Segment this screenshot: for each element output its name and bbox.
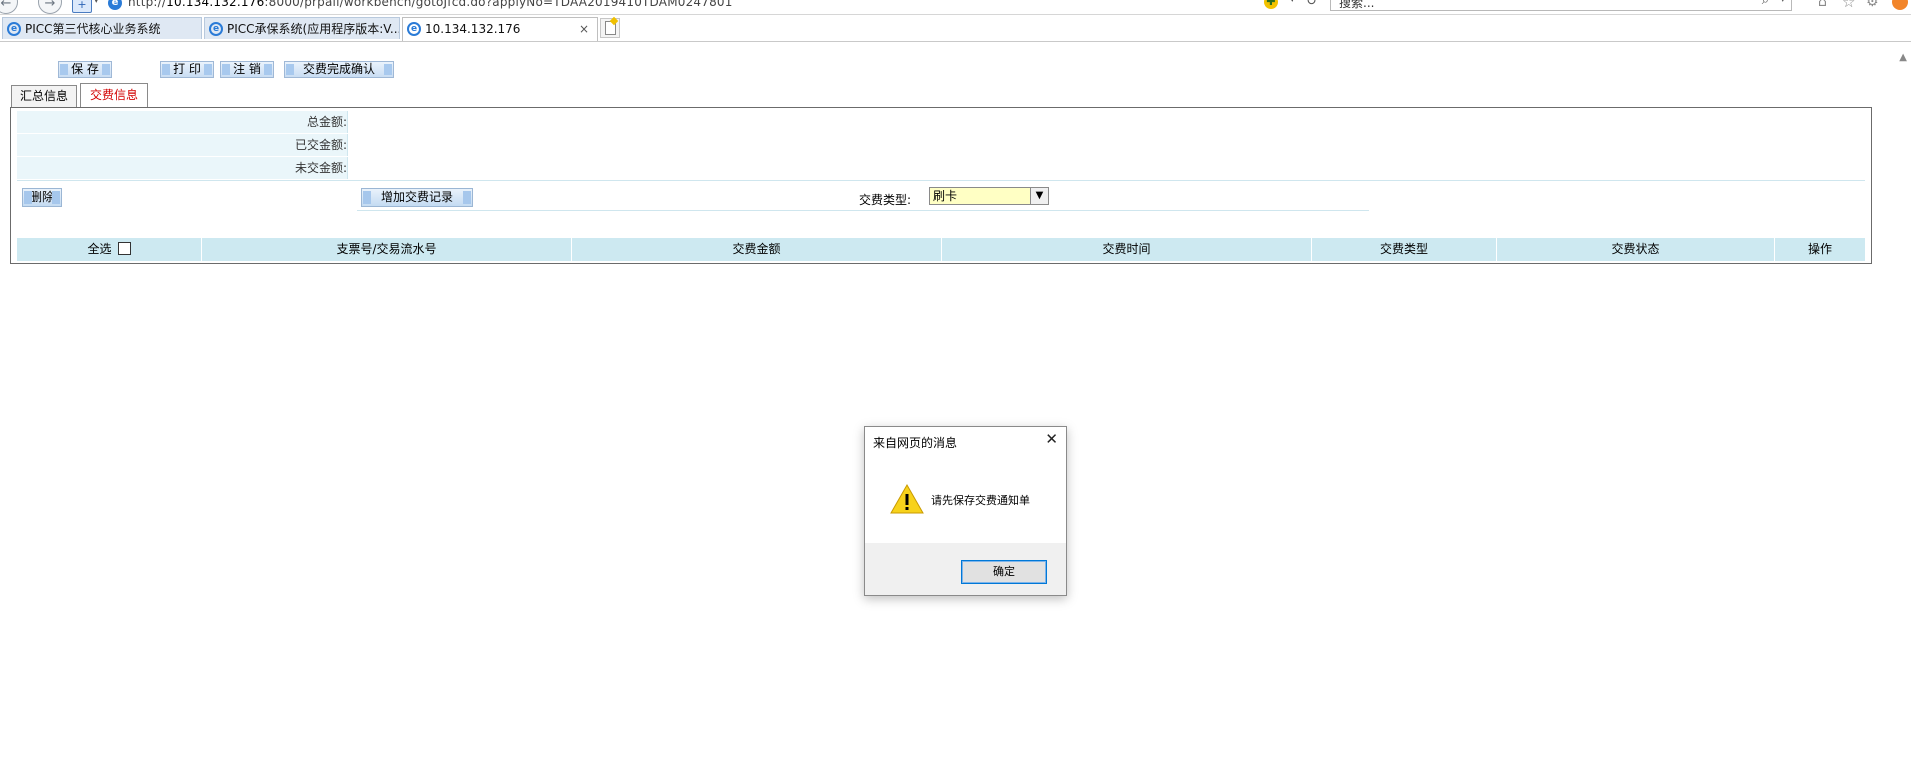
browser-tab-active[interactable]: e 10.134.132.176 × <box>402 17 598 41</box>
tab-summary[interactable]: 汇总信息 <box>11 85 77 107</box>
browser-tab-label: PICC第三代核心业务系统 <box>25 22 161 36</box>
select-all-label: 全选 <box>87 242 112 256</box>
column-header-cheque-no: 支票号/交易流水号 <box>202 238 572 261</box>
column-header-pay-type: 交费类型 <box>1312 238 1497 261</box>
search-dropdown-icon[interactable]: ▾ <box>1780 0 1785 5</box>
total-amount-value <box>347 111 1866 133</box>
gear-icon[interactable]: ⚙ <box>1866 0 1879 10</box>
total-amount-label-cell: 总金额: <box>17 111 347 133</box>
column-header-amount: 交费金额 <box>572 238 942 261</box>
warning-icon <box>890 483 924 514</box>
total-amount-row: 总金额: <box>17 111 1866 135</box>
favorites-star-icon[interactable]: ☆ <box>1842 0 1855 11</box>
total-amount-label: 总金额: <box>306 115 347 129</box>
close-tab-icon[interactable]: × <box>579 18 589 40</box>
select-all-checkbox[interactable] <box>117 242 131 255</box>
column-header-operation: 操作 <box>1807 242 1832 256</box>
forward-icon[interactable]: → <box>38 0 62 14</box>
home-icon[interactable]: ⌂ <box>1818 0 1827 10</box>
alert-dialog: 来自网页的消息 ✕ 请先保存交费通知单 确定 <box>864 426 1067 596</box>
feedback-smiley-icon[interactable] <box>1892 0 1908 10</box>
compatibility-icon[interactable]: ✚ <box>1264 0 1278 9</box>
dialog-title: 来自网页的消息 <box>873 436 958 450</box>
search-icon[interactable]: ⌕ <box>1762 0 1769 8</box>
url-prefix: http:// <box>128 0 167 9</box>
url-path: :8000/prpall/workbench/gotoJfcd.do?apply… <box>264 0 733 9</box>
paid-amount-value <box>347 134 1866 156</box>
address-bar-row: ← → + ▾ e http://10.134.132.176:8000/prp… <box>0 0 1911 15</box>
new-window-icon[interactable]: + <box>72 0 92 13</box>
ie-tab-icon: e <box>407 22 421 36</box>
address-dropdown-icon[interactable]: ▾ <box>1290 0 1295 5</box>
divider <box>357 210 1369 211</box>
browser-tab-core-system[interactable]: e PICC第三代核心业务系统 <box>2 17 202 39</box>
search-placeholder: 搜索... <box>1339 0 1375 10</box>
payment-grid-header: 全选 支票号/交易流水号 交费金额 交费时间 交费类型 交费状态 操作 <box>17 238 1865 261</box>
dialog-message: 请先保存交费通知单 <box>931 494 1030 507</box>
refresh-icon[interactable]: ↻ <box>1306 0 1317 9</box>
search-input[interactable]: 搜索... ⌕ ▾ <box>1330 0 1792 11</box>
ie-favicon-icon: e <box>108 0 122 10</box>
paid-amount-label: 已交金额: <box>294 138 347 152</box>
browser-tab-label: 10.134.132.176 <box>425 22 521 36</box>
browser-tab-underwriting[interactable]: e PICC承保系统(应用程序版本:V... <box>204 17 400 39</box>
logout-button[interactable]: 注 销 <box>220 61 274 78</box>
pay-type-label: 交费类型: <box>859 193 912 207</box>
new-tab-button[interactable] <box>600 16 620 38</box>
scroll-up-arrow[interactable]: ▲ <box>1899 52 1907 63</box>
column-header-status: 交费状态 <box>1497 238 1775 261</box>
address-input[interactable]: http://10.134.132.176:8000/prpall/workbe… <box>128 0 733 9</box>
unpaid-amount-value <box>347 157 1866 179</box>
delete-button[interactable]: 删除 <box>22 188 62 207</box>
add-payment-record-button[interactable]: 增加交费记录 <box>361 188 473 207</box>
chevron-down-icon[interactable]: ▾ <box>94 0 99 6</box>
unpaid-amount-label: 未交金额: <box>294 161 347 175</box>
tab-payment[interactable]: 交费信息 <box>80 83 148 107</box>
save-button[interactable]: 保 存 <box>58 61 112 78</box>
browser-tab-strip: e PICC第三代核心业务系统 e PICC承保系统(应用程序版本:V... e… <box>0 15 1911 42</box>
payment-panel: 总金额: 已交金额: 未交金额: 删除 增加交费记录 交费类型: 刷卡 ▼ 全选… <box>10 107 1872 264</box>
ok-button[interactable]: 确定 <box>961 560 1047 584</box>
ie-tab-icon: e <box>7 22 21 36</box>
chevron-down-icon[interactable]: ▼ <box>1030 188 1048 204</box>
print-button[interactable]: 打 印 <box>160 61 214 78</box>
column-header-time: 交费时间 <box>942 238 1312 261</box>
unpaid-amount-row: 未交金额: <box>17 157 1866 181</box>
ie-tab-icon: e <box>209 22 223 36</box>
dialog-footer: 确定 <box>865 543 1066 595</box>
browser-tab-label: PICC承保系统(应用程序版本:V... <box>227 22 400 36</box>
paid-amount-row: 已交金额: <box>17 134 1866 158</box>
pay-type-select[interactable]: 刷卡 ▼ <box>929 187 1049 205</box>
close-icon[interactable]: ✕ <box>1045 430 1058 448</box>
url-host: 10.134.132.176 <box>166 0 265 9</box>
action-row: 删除 增加交费记录 交费类型: 刷卡 ▼ <box>17 184 1865 214</box>
column-header-select-all: 全选 <box>17 238 202 261</box>
unpaid-amount-label-cell: 未交金额: <box>17 157 347 179</box>
confirm-payment-button[interactable]: 交费完成确认 <box>284 61 394 78</box>
paid-amount-label-cell: 已交金额: <box>17 134 347 156</box>
back-icon[interactable]: ← <box>0 0 18 14</box>
pay-type-selected-value: 刷卡 <box>933 189 958 203</box>
